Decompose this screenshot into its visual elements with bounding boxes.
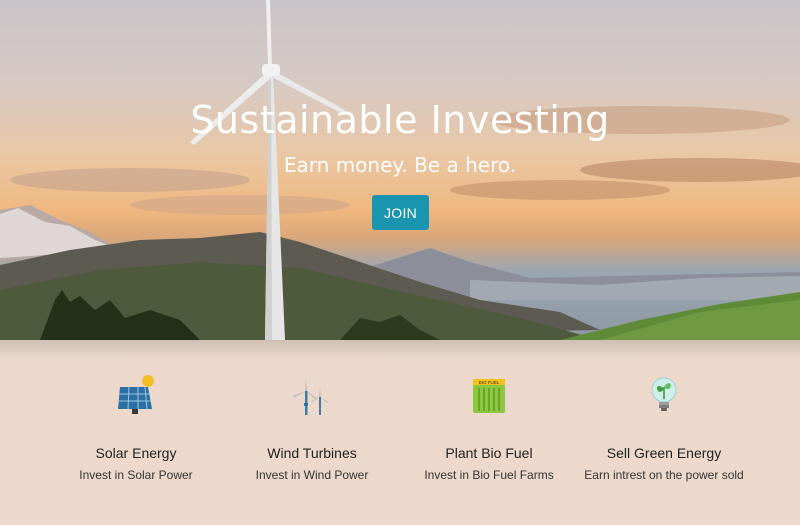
join-button[interactable]: JOIN	[372, 195, 429, 230]
bio-fuel-icon: BIO FUEL	[473, 379, 505, 413]
feature-description: Invest in Wind Power	[255, 468, 369, 482]
feature-title: Wind Turbines	[267, 445, 357, 461]
hero-title: Sustainable Investing	[190, 98, 610, 142]
feature-description: Invest in Solar Power	[79, 468, 193, 482]
feature-title: Sell Green Energy	[606, 445, 722, 461]
feature-plant-bio-fuel: BIO FUEL Plant Bio Fuel Invest in Bio Fu…	[389, 340, 589, 525]
eco-bulb-icon	[651, 377, 677, 411]
feature-wind-turbines: Wind Turbines Invest in Wind Power	[212, 340, 412, 525]
feature-sell-green-energy: Sell Green Energy Earn intrest on the po…	[564, 340, 764, 525]
wind-turbine-icon	[293, 377, 328, 415]
svg-text:BIO FUEL: BIO FUEL	[479, 380, 500, 385]
hero-section: Sustainable Investing Earn money. Be a h…	[0, 0, 800, 340]
solar-panel-icon	[118, 375, 154, 414]
hero-subtitle: Earn money. Be a hero.	[283, 153, 517, 177]
feature-description: Earn intrest on the power sold	[584, 468, 744, 482]
feature-title: Plant Bio Fuel	[445, 445, 533, 461]
features-section: Solar Energy Invest in Solar Power Wind …	[0, 340, 800, 525]
feature-solar-energy: Solar Energy Invest in Solar Power	[36, 340, 236, 525]
feature-description: Invest in Bio Fuel Farms	[424, 468, 554, 482]
feature-title: Solar Energy	[95, 445, 177, 461]
